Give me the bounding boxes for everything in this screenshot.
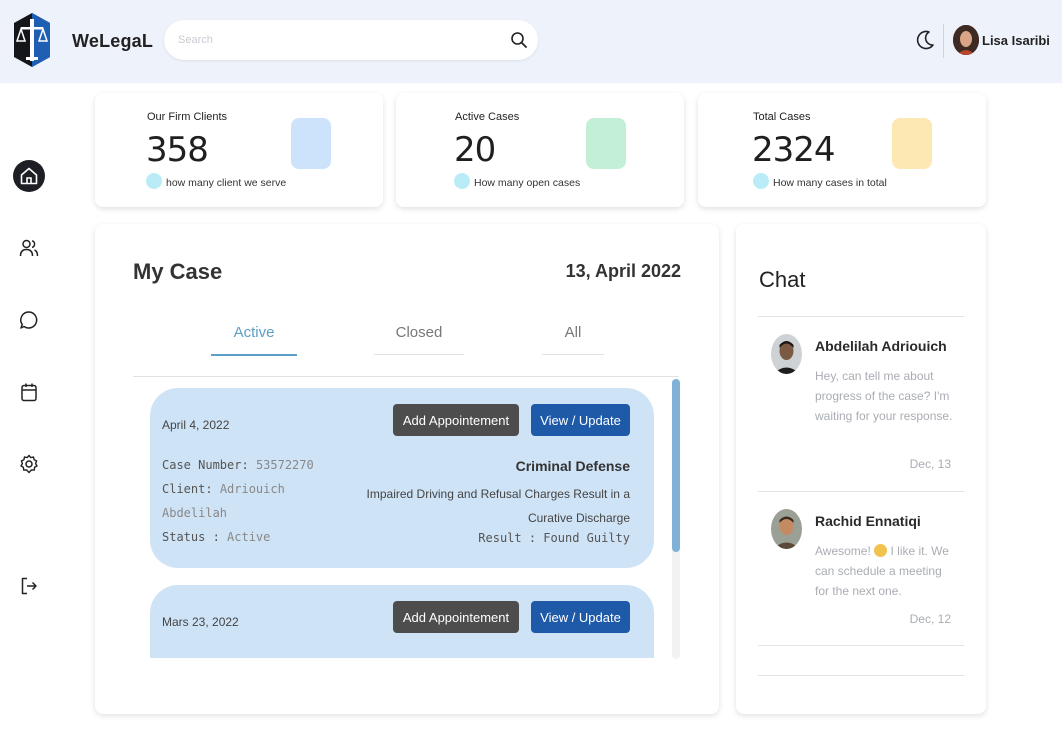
chat-timestamp: Dec, 13 xyxy=(909,457,951,471)
stat-dot xyxy=(753,173,769,189)
chat-message-text-start: Awesome! xyxy=(815,544,871,558)
header-divider xyxy=(943,24,944,58)
logout-icon xyxy=(21,577,37,595)
status-key: Status : xyxy=(162,530,220,544)
sidebar-item-calendar[interactable] xyxy=(13,376,45,408)
tab-active[interactable]: Active xyxy=(211,324,297,341)
tab-closed[interactable]: Closed xyxy=(374,324,464,341)
chat-timestamp: Dec, 12 xyxy=(909,612,951,626)
chat-divider xyxy=(758,645,964,646)
chat-divider xyxy=(758,491,964,492)
client-value: Adriouich xyxy=(219,482,285,496)
stat-description: how many client we serve xyxy=(166,177,287,189)
avatar[interactable] xyxy=(771,334,802,374)
logo-icon[interactable] xyxy=(14,13,50,67)
stat-card-total-cases[interactable]: Total Cases 2324 How many cases in total xyxy=(698,93,986,207)
panel-date: 13, April 2022 xyxy=(565,261,681,281)
view-update-button[interactable]: View / Update xyxy=(531,601,630,633)
chat-message-text: Awesome! I like it. We can schedule a me… xyxy=(815,541,955,601)
user-name[interactable]: Lisa Isaribi xyxy=(982,33,1050,48)
stat-label: Our Firm Clients xyxy=(147,111,228,123)
client-key: Client: xyxy=(162,482,213,496)
stat-dot xyxy=(454,173,470,189)
search-input[interactable] xyxy=(178,30,498,50)
case-charge: Impaired Driving and Refusal Charges Res… xyxy=(340,482,630,530)
scrollbar-thumb[interactable] xyxy=(672,379,680,552)
chat-divider xyxy=(758,316,964,317)
case-card: Mars 23, 2022 Add Appointement View / Up… xyxy=(150,585,654,658)
calendar-icon xyxy=(21,383,37,402)
home-icon xyxy=(20,167,38,185)
case-number-row: Case Number: 53572270 xyxy=(162,458,314,472)
case-card: April 4, 2022 Add Appointement View / Up… xyxy=(150,388,654,568)
client-row: Client: Adriouich xyxy=(162,482,285,496)
chat-sender-name[interactable]: Abdelilah Adriouich xyxy=(815,338,947,354)
stat-description: How many open cases xyxy=(474,177,581,189)
case-number-key: Case Number: xyxy=(162,458,249,472)
stat-dot xyxy=(146,173,162,189)
stat-label: Active Cases xyxy=(455,111,520,123)
stat-value: 2324 xyxy=(752,130,836,170)
tab-all[interactable]: All xyxy=(542,324,604,341)
stat-swatch xyxy=(586,118,626,169)
stat-label: Total Cases xyxy=(753,111,811,123)
result-row: Result : Found Guilty xyxy=(478,531,630,545)
result-value: Found Guilty xyxy=(543,531,630,545)
panel-title: My Case xyxy=(133,259,223,284)
stat-value: 20 xyxy=(454,130,496,170)
chat-panel: Chat Abdelilah Adriouich Hey, can tell m… xyxy=(736,224,986,714)
case-date: Mars 23, 2022 xyxy=(162,615,239,629)
client-row-cont: Abdelilah xyxy=(162,506,227,520)
stat-card-clients[interactable]: Our Firm Clients 358 how many client we … xyxy=(95,93,383,207)
stat-card-active-cases[interactable]: Active Cases 20 How many open cases xyxy=(396,93,684,207)
charge-line: Curative Discharge xyxy=(527,511,630,525)
case-date: April 4, 2022 xyxy=(162,418,230,432)
case-list: April 4, 2022 Add Appointement View / Up… xyxy=(133,377,681,658)
avatar[interactable] xyxy=(771,509,802,549)
search-bar xyxy=(164,20,538,60)
sidebar-item-home[interactable] xyxy=(13,160,45,192)
chat-sender-name[interactable]: Rachid Ennatiqi xyxy=(815,513,921,529)
stat-swatch xyxy=(892,118,932,169)
add-appointment-button[interactable]: Add Appointement xyxy=(393,601,519,633)
search-icon[interactable] xyxy=(510,31,528,49)
charge-line: Impaired Driving and Refusal Charges Res… xyxy=(366,487,630,501)
stat-description: How many cases in total xyxy=(773,177,887,189)
moon-icon[interactable] xyxy=(914,29,936,51)
add-appointment-button[interactable]: Add Appointement xyxy=(393,404,519,436)
chat-message-text: Hey, can tell me about progress of the c… xyxy=(815,369,953,423)
brand-name: WeLegaL xyxy=(72,31,154,51)
case-type: Criminal Defense xyxy=(515,458,630,474)
my-case-panel: My Case 13, April 2022 Active Closed All… xyxy=(95,224,719,714)
chat-divider xyxy=(758,675,964,676)
stat-value: 358 xyxy=(146,130,209,170)
tab-active-underline xyxy=(211,354,297,356)
user-avatar[interactable] xyxy=(953,25,979,55)
users-icon xyxy=(19,239,39,257)
sidebar-item-logout[interactable] xyxy=(13,570,45,602)
case-number-value: 53572270 xyxy=(255,458,314,472)
sidebar-item-clients[interactable] xyxy=(13,232,45,264)
status-row: Status : Active xyxy=(162,530,270,544)
status-value: Active xyxy=(227,530,271,544)
gear-icon xyxy=(20,454,38,474)
smiley-emoji-icon xyxy=(874,544,888,557)
sidebar-item-settings[interactable] xyxy=(13,448,45,480)
sidebar-item-messages[interactable] xyxy=(13,304,45,336)
stat-swatch xyxy=(291,118,331,169)
view-update-button[interactable]: View / Update xyxy=(531,404,630,436)
chat-icon xyxy=(20,311,38,329)
result-key: Result : xyxy=(478,531,537,545)
top-bar: WeLegaL Lisa Isaribi xyxy=(0,0,1062,83)
tab-all-underline xyxy=(542,354,604,355)
tab-closed-underline xyxy=(374,354,464,355)
client-value-cont: Abdelilah xyxy=(162,506,228,520)
chat-title: Chat xyxy=(759,267,806,292)
